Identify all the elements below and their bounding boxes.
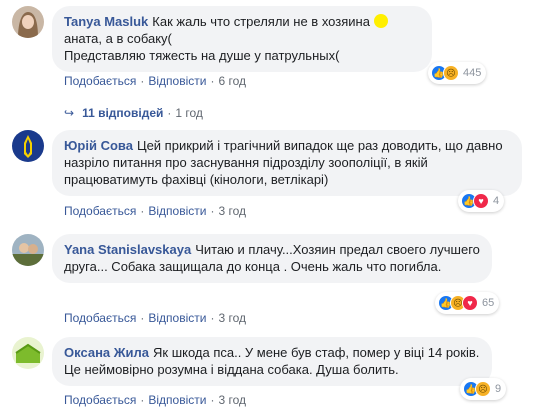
like-link[interactable]: Подобається [64, 204, 136, 218]
comment-author[interactable]: Yana Stanislavskaya [64, 242, 191, 257]
comment-text: Как жаль что стреляли не в хозяина [152, 14, 374, 29]
separator: · [140, 74, 145, 88]
avatar[interactable] [12, 337, 44, 369]
separator: · [140, 311, 145, 325]
separator: · [140, 204, 145, 218]
reaction-count: 4 [493, 195, 500, 207]
timestamp[interactable]: 6 год [218, 74, 246, 88]
reaction-summary[interactable]: 👍 ♥ 4 [458, 190, 505, 212]
reaction-count: 9 [495, 383, 502, 395]
comment-actions: Подобається · Відповісти · 6 год [64, 74, 246, 88]
reaction-summary[interactable]: 👍 ☹ 445 [428, 62, 487, 84]
comment-author[interactable]: Оксана Жила [64, 345, 149, 360]
timestamp[interactable]: 3 год [218, 393, 246, 407]
comment-text-continued: аната, а в собаку( [64, 31, 172, 46]
comment-actions: Подобається · Відповісти · 3 год [64, 393, 246, 407]
highlight-mark [373, 14, 388, 28]
reaction-summary[interactable]: 👍 ☹ ♥ 65 [435, 292, 500, 314]
replies-time: 1 год [175, 106, 203, 120]
reply-link[interactable]: Відповісти [148, 311, 206, 325]
like-link[interactable]: Подобається [64, 74, 136, 88]
separator: · [167, 106, 172, 120]
reaction-count: 65 [482, 297, 495, 309]
avatar[interactable] [12, 130, 44, 162]
avatar[interactable] [12, 6, 44, 38]
reply-link[interactable]: Відповісти [148, 74, 206, 88]
comment-bubble: Yana Stanislavskaya Читаю и плачу...Хозяи… [52, 234, 492, 283]
comment-bubble: Юрій Сова Цей прикрий і трагічний випадок… [52, 130, 522, 196]
love-icon: ♥ [473, 193, 489, 209]
comment-author[interactable]: Tanya Masluk [64, 14, 148, 29]
sad-icon: ☹ [475, 381, 491, 397]
comment-bubble: Tanya Masluk Как жаль что стреляли не в х… [52, 6, 432, 72]
separator: · [210, 311, 215, 325]
reply-link[interactable]: Відповісти [148, 204, 206, 218]
reaction-summary[interactable]: 👍 ☹ 9 [460, 378, 507, 400]
separator: · [140, 393, 145, 407]
comment-actions: Подобається · Відповісти · 3 год [64, 311, 246, 325]
avatar[interactable] [12, 234, 44, 266]
sad-icon: ☹ [443, 65, 459, 81]
separator: · [210, 204, 215, 218]
separator: · [210, 74, 215, 88]
like-link[interactable]: Подобається [64, 311, 136, 325]
reply-link[interactable]: Відповісти [148, 393, 206, 407]
comment-author[interactable]: Юрій Сова [64, 138, 133, 153]
replies-count-link[interactable]: 11 відповідей [82, 106, 163, 120]
timestamp[interactable]: 3 год [218, 204, 246, 218]
comment-actions: Подобається · Відповісти · 3 год [64, 204, 246, 218]
reply-arrow-icon: ↪ [64, 106, 75, 120]
like-link[interactable]: Подобається [64, 393, 136, 407]
view-replies[interactable]: ↪ 11 відповідей · 1 год [64, 106, 203, 120]
comment-bubble: Оксана Жила Як шкода пса.. У мене був ста… [52, 337, 492, 386]
love-icon: ♥ [462, 295, 478, 311]
separator: · [210, 393, 215, 407]
reaction-count: 445 [463, 67, 482, 79]
timestamp[interactable]: 3 год [218, 311, 246, 325]
comment-text-line2: Представляю тяжесть на душе у патрульных… [64, 48, 340, 63]
